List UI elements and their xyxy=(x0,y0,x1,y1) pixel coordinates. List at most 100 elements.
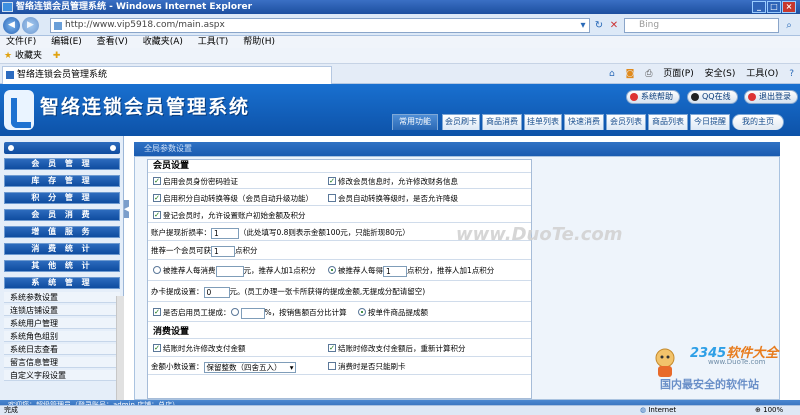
favorites-bar: ★ 收藏夹 ✚ xyxy=(0,48,800,64)
logout-button-label: 退出登录 xyxy=(759,92,791,101)
menu-tools[interactable]: 工具(T) xyxy=(198,37,229,47)
close-button[interactable]: × xyxy=(782,1,796,13)
checkbox-unchecked[interactable] xyxy=(328,362,336,370)
commission-percent-input[interactable] xyxy=(240,307,265,319)
sidebar-menu-consume-stats[interactable]: 消 费 统 计 xyxy=(4,243,120,255)
checkbox-checked[interactable]: ✓ xyxy=(153,211,161,219)
edit-payment-option[interactable]: ✓ 结账时允许修改支付金额 xyxy=(153,343,246,354)
refresh-icon[interactable]: ↻ xyxy=(592,19,606,32)
menu-favorites[interactable]: 收藏夹(A) xyxy=(143,37,183,47)
card-commission-hint: 元。(员工办理一张卡所获得的提成金额,无提成分配请留空) xyxy=(229,287,426,296)
sidebar-menu-points[interactable]: 积 分 管 理 xyxy=(4,192,120,204)
checkbox-checked[interactable]: ✓ xyxy=(153,194,161,202)
settings-form: 会员设置 ✓ 启用会员身份密码验证 ✓ 修改会员信息时，允许修改财务信息 ✓ 启用积分… xyxy=(147,159,623,399)
tab-today-reminder[interactable]: 今日提醒 xyxy=(690,114,730,130)
favorites-label[interactable]: 收藏夹 xyxy=(15,51,42,61)
sidebar-item-messages[interactable]: 留言信息管理 xyxy=(4,357,120,368)
browser-tab[interactable]: 智络连锁会员管理系统 xyxy=(2,66,332,84)
referral-consume-option[interactable]: 被推荐人每消费 元，推荐人加1点积分 xyxy=(153,265,316,277)
help-button[interactable]: 系统帮助 xyxy=(626,90,680,104)
decimal-select[interactable]: 保留整数（四舍五入） ▾ xyxy=(203,361,296,373)
menu-view[interactable]: 查看(V) xyxy=(97,37,128,47)
radio-unselected[interactable] xyxy=(230,308,239,316)
checkbox-checked[interactable]: ✓ xyxy=(153,177,161,185)
tab-common[interactable]: 常用功能 xyxy=(392,114,438,130)
sidebar-item-custom-fields[interactable]: 自定义字段设置 xyxy=(4,370,120,381)
menu-file[interactable]: 文件(F) xyxy=(6,37,36,47)
checkbox-checked[interactable]: ✓ xyxy=(153,344,161,352)
tab-product-consume[interactable]: 商品消费 xyxy=(482,114,522,130)
sidebar-menu-other-stats[interactable]: 其 他 统 计 xyxy=(4,260,120,272)
page-menu[interactable]: 页面(P) xyxy=(663,69,693,79)
favorites-star-icon[interactable]: ★ xyxy=(4,51,12,61)
minimize-button[interactable]: _ xyxy=(752,1,766,13)
sidebar-menu-inventory[interactable]: 库 存 管 理 xyxy=(4,175,120,187)
compat-view-icon[interactable]: ▾ xyxy=(576,19,590,32)
referral-consume-label: 被推荐人每消费 xyxy=(163,266,216,275)
search-input[interactable]: Bing xyxy=(624,18,779,33)
add-favorite-icon[interactable]: ✚ xyxy=(53,51,61,61)
sidebar-item-roles[interactable]: 系统角色组别 xyxy=(4,331,120,342)
sidebar-scrollbar[interactable] xyxy=(116,296,124,400)
sidebar-item-logs[interactable]: 系统日志查看 xyxy=(4,344,120,355)
allow-downgrade-option[interactable]: 会员自动转换等级时，是否允许降级 xyxy=(328,193,458,204)
tools-menu[interactable]: 工具(O) xyxy=(746,69,778,79)
zoom-control[interactable]: ⊕ 100% xyxy=(755,406,783,415)
qq-button[interactable]: QQ在线 xyxy=(687,90,738,104)
tab-quick-consume[interactable]: 快速消费 xyxy=(564,114,604,130)
tab-card-swipe[interactable]: 会员刷卡 xyxy=(442,114,480,130)
card-only-option[interactable]: 消费时是否只能刷卡 xyxy=(328,361,406,372)
checkbox-checked[interactable]: ✓ xyxy=(328,344,336,352)
zone-label: Internet xyxy=(648,406,677,414)
referral-points-option[interactable]: 被推荐人每得 1 点积分，推荐人加1点积分 xyxy=(328,265,494,277)
home-icon[interactable]: ⌂ xyxy=(609,69,615,79)
radio-selected[interactable] xyxy=(328,266,336,274)
tab-product-list[interactable]: 商品列表 xyxy=(648,114,688,130)
referral-points-input[interactable]: 1 xyxy=(211,245,235,257)
password-verify-option[interactable]: ✓ 启用会员身份密码验证 xyxy=(153,176,238,187)
browser-statusbar: 完成 ◍ Internet ⊕ 100% xyxy=(0,405,800,415)
maximize-button[interactable]: □ xyxy=(767,1,781,13)
sidebar-item-system-params[interactable]: 系统参数设置 xyxy=(4,292,120,303)
sidebar-collapse-toggle[interactable]: ◀ xyxy=(124,200,129,218)
logout-button[interactable]: 退出登录 xyxy=(744,90,798,104)
feeds-icon[interactable]: ◙ xyxy=(626,69,635,79)
referral-consume-input[interactable] xyxy=(215,265,244,277)
print-icon[interactable]: ⎙ xyxy=(645,69,652,79)
back-icon[interactable]: ◀ xyxy=(3,17,20,34)
address-input[interactable]: http://www.vip5918.com/main.aspx xyxy=(50,18,590,33)
radio-unselected[interactable] xyxy=(153,266,161,274)
withdraw-rate-input[interactable]: 1 xyxy=(211,227,239,239)
tab-hold-list[interactable]: 挂单列表 xyxy=(524,114,562,130)
checkbox-unchecked[interactable] xyxy=(328,194,336,202)
safety-menu[interactable]: 安全(S) xyxy=(705,69,736,79)
tab-member-list[interactable]: 会员列表 xyxy=(606,114,646,130)
referral-earn-input[interactable]: 1 xyxy=(383,265,407,277)
watermark: www.DuoTe.com xyxy=(456,224,623,245)
per-item-commission-option[interactable]: 按单件商品提成额 xyxy=(358,307,428,318)
help-icon[interactable]: ? xyxy=(789,69,794,79)
tab-my-home[interactable]: 我的主页 xyxy=(732,114,784,130)
referral-suffix: 点积分 xyxy=(235,246,258,255)
sidebar-menu-consume[interactable]: 会 员 消 费 xyxy=(4,209,120,221)
forward-icon[interactable]: ▶ xyxy=(22,17,39,34)
auto-level-option[interactable]: ✓ 启用积分自动转换等级（会员自动升级功能） xyxy=(153,193,313,204)
checkbox-checked[interactable]: ✓ xyxy=(153,308,161,316)
edit-finance-option[interactable]: ✓ 修改会员信息时，允许修改财务信息 xyxy=(328,176,458,187)
menu-help[interactable]: 帮助(H) xyxy=(243,37,275,47)
recalc-points-option[interactable]: ✓ 结账时修改支付金额后，重新计算积分 xyxy=(328,343,466,354)
checkbox-checked[interactable]: ✓ xyxy=(328,177,336,185)
menu-edit[interactable]: 编辑(E) xyxy=(51,37,82,47)
sidebar-menu-system[interactable]: 系 统 管 理 xyxy=(4,277,120,289)
stop-icon[interactable]: ✕ xyxy=(607,19,621,32)
radio-selected[interactable] xyxy=(358,308,366,316)
sidebar-menu-member[interactable]: 会 员 管 理 xyxy=(4,158,120,170)
initial-balance-option[interactable]: ✓ 登记会员时，允许设置账户初始金额及积分 xyxy=(153,210,306,221)
search-icon[interactable]: ⌕ xyxy=(782,19,796,32)
card-commission-input[interactable]: 0 xyxy=(203,286,230,298)
sidebar-item-users[interactable]: 系统用户管理 xyxy=(4,318,120,329)
per-item-commission-label: 按单件商品提成额 xyxy=(368,308,428,317)
sidebar-menu-value-added[interactable]: 增 值 服 务 xyxy=(4,226,120,238)
sidebar-item-shops[interactable]: 连锁店铺设置 xyxy=(4,305,120,316)
option-label: 结账时允许修改支付金额 xyxy=(163,344,246,353)
